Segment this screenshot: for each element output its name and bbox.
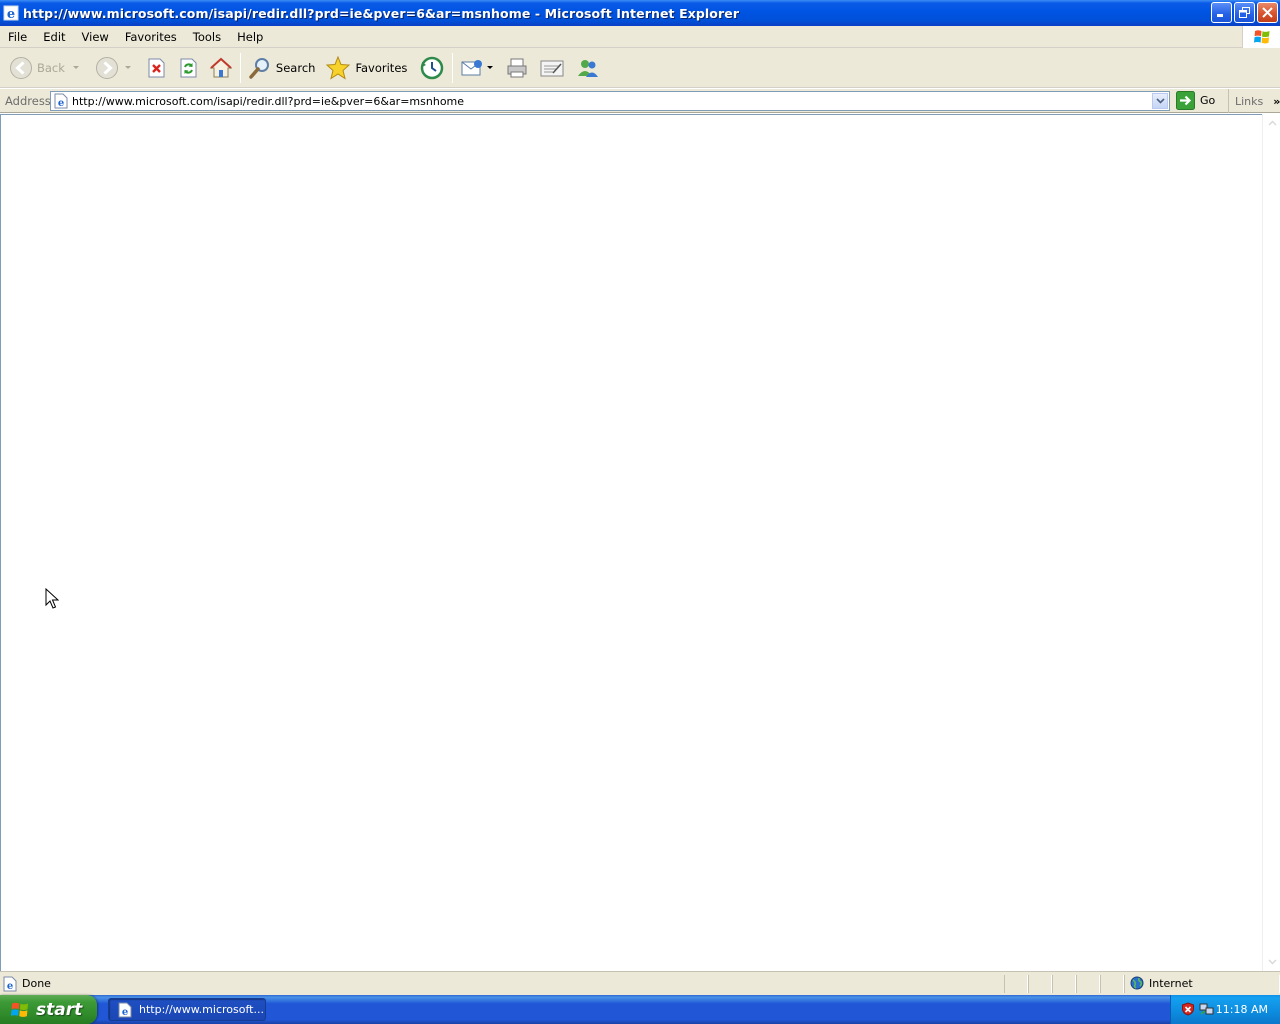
- mouse-cursor-icon: [45, 588, 59, 609]
- go-arrow-icon: [1176, 91, 1195, 110]
- taskbar: start e http://www.microsoft... 11:18 AM: [0, 995, 1280, 1024]
- status-text: Done: [22, 977, 51, 990]
- links-toolbar[interactable]: Links »: [1228, 89, 1280, 113]
- chevron-more-icon[interactable]: »: [1273, 95, 1280, 108]
- favorites-star-icon: [326, 55, 351, 80]
- start-label: start: [36, 999, 83, 1020]
- printer-icon: [507, 58, 527, 77]
- scroll-down-arrow-icon[interactable]: [1266, 956, 1278, 968]
- minimize-button[interactable]: [1211, 2, 1232, 23]
- go-label: Go: [1200, 94, 1216, 107]
- favorites-label: Favorites: [355, 60, 408, 75]
- home-button[interactable]: [206, 51, 236, 85]
- stop-icon: [148, 58, 165, 77]
- status-bar: e Done Internet: [0, 971, 1280, 995]
- security-zone[interactable]: Internet: [1130, 976, 1193, 990]
- back-button[interactable]: Back: [6, 51, 82, 85]
- back-arrow-icon: [10, 56, 32, 79]
- print-button[interactable]: [502, 51, 532, 85]
- stop-button[interactable]: [142, 51, 170, 85]
- status-cell: [1028, 975, 1052, 993]
- menu-view[interactable]: View: [74, 26, 117, 48]
- page-ie-icon: e: [54, 93, 68, 109]
- svg-text:e: e: [122, 1007, 128, 1018]
- ie-icon: e: [3, 5, 19, 21]
- chevron-down-icon: [1155, 98, 1165, 104]
- address-dropdown-button[interactable]: [1152, 93, 1168, 109]
- menu-help[interactable]: Help: [229, 26, 271, 48]
- security-shield-icon[interactable]: [1181, 1002, 1195, 1016]
- address-field[interactable]: e: [50, 91, 1170, 111]
- globe-icon: [1130, 976, 1144, 990]
- toolbar-separator-2: [452, 52, 454, 83]
- vertical-scrollbar[interactable]: [1262, 114, 1280, 971]
- menu-tools[interactable]: Tools: [185, 26, 229, 48]
- zone-label: Internet: [1149, 976, 1193, 990]
- menu-edit[interactable]: Edit: [35, 26, 73, 48]
- network-icon[interactable]: [1199, 1002, 1215, 1016]
- minimize-icon: [1217, 14, 1223, 17]
- status-cell: [1100, 975, 1124, 993]
- page-content[interactable]: [0, 114, 1262, 971]
- window-title: http://www.microsoft.com/isapi/redir.dll…: [23, 5, 740, 21]
- clock[interactable]: 11:18 AM: [1216, 1003, 1268, 1016]
- messenger-icon: [578, 59, 599, 77]
- close-icon: [1262, 7, 1273, 18]
- refresh-icon: [180, 58, 197, 77]
- menu-bar: File Edit View Favorites Tools Help: [0, 26, 1280, 48]
- taskbar-item-label: http://www.microsoft...: [139, 1003, 264, 1016]
- mail-button[interactable]: [457, 51, 496, 85]
- favorites-button[interactable]: Favorites: [322, 51, 410, 85]
- forward-dropdown-icon[interactable]: [124, 66, 131, 69]
- edit-button[interactable]: [536, 51, 568, 85]
- mail-icon: [461, 59, 483, 75]
- menu-file[interactable]: File: [0, 26, 35, 48]
- svg-text:e: e: [7, 7, 15, 21]
- windows-flag-icon: [11, 1002, 28, 1017]
- edit-page-icon: [540, 60, 564, 76]
- status-cell: [1052, 975, 1076, 993]
- search-icon: [249, 57, 269, 79]
- address-input[interactable]: [72, 94, 1142, 108]
- windows-logo-icon: [1242, 26, 1280, 48]
- back-dropdown-icon[interactable]: [72, 66, 79, 69]
- ie-icon: e: [118, 1002, 132, 1018]
- menu-favorites[interactable]: Favorites: [117, 26, 185, 48]
- restore-button[interactable]: [1234, 2, 1255, 23]
- page-status-icon: e: [3, 976, 17, 992]
- toolbar-separator: [239, 52, 241, 83]
- svg-text:e: e: [7, 981, 13, 992]
- search-label: Search: [275, 60, 316, 75]
- home-icon: [209, 57, 233, 77]
- forward-button[interactable]: [92, 51, 134, 85]
- go-button[interactable]: Go: [1176, 91, 1215, 110]
- messenger-button[interactable]: [572, 51, 604, 85]
- links-label: Links: [1235, 94, 1264, 108]
- svg-text:e: e: [58, 98, 64, 109]
- scroll-up-arrow-icon[interactable]: [1266, 117, 1278, 129]
- standard-toolbar: Back Search Favorites: [0, 48, 1280, 88]
- history-icon: [421, 56, 444, 79]
- address-label: Address: [5, 93, 51, 108]
- taskbar-ie-window[interactable]: e http://www.microsoft...: [108, 998, 266, 1021]
- back-label: Back: [37, 60, 65, 75]
- address-bar: Address e Go Links »: [0, 89, 1280, 113]
- history-button[interactable]: [416, 51, 448, 85]
- refresh-button[interactable]: [174, 51, 202, 85]
- forward-arrow-icon: [95, 56, 118, 79]
- status-cell: [1004, 975, 1028, 993]
- mail-dropdown-icon[interactable]: [487, 66, 494, 69]
- system-tray: 11:18 AM: [1170, 995, 1280, 1024]
- search-button[interactable]: Search: [245, 51, 319, 85]
- title-bar[interactable]: e http://www.microsoft.com/isapi/redir.d…: [0, 0, 1280, 26]
- close-button[interactable]: [1257, 2, 1278, 23]
- start-button[interactable]: start: [0, 995, 97, 1024]
- restore-icon: [1239, 7, 1250, 18]
- status-cell: [1076, 975, 1100, 993]
